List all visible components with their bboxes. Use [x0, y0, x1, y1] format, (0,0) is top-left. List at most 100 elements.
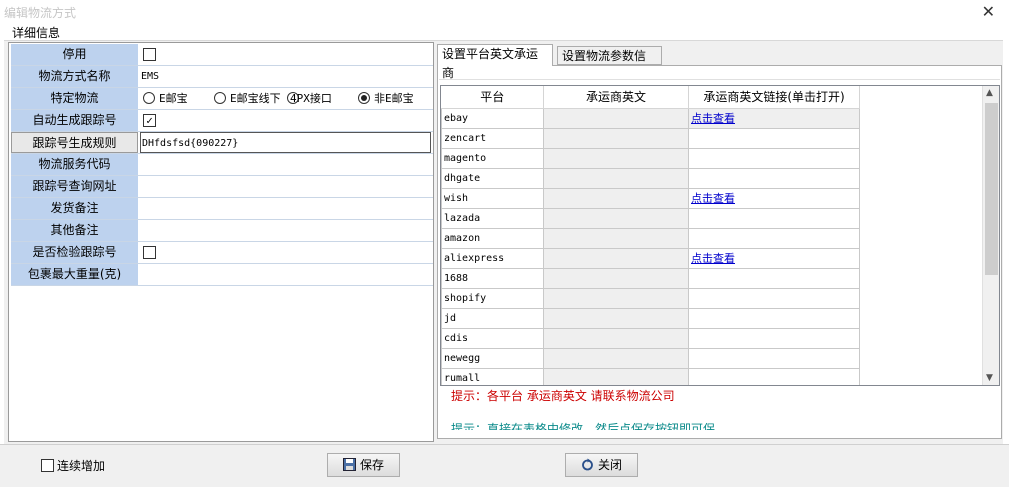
cell-platform[interactable]: 1688 — [441, 267, 544, 289]
table-row[interactable]: amazon — [441, 227, 860, 249]
table-row[interactable]: wish 点击查看 — [441, 187, 860, 209]
cell-carrier-link[interactable] — [688, 207, 860, 229]
cell-carrier[interactable] — [543, 227, 689, 249]
window-title: 编辑物流方式 — [4, 6, 77, 20]
cell-platform[interactable]: wish — [441, 187, 544, 209]
cell-platform[interactable]: jd — [441, 307, 544, 329]
top-strip — [439, 68, 1000, 80]
tab-logistics-params[interactable]: 设置物流参数信息 — [557, 46, 662, 82]
verify-label: 是否检验跟踪号 — [11, 242, 138, 263]
cell-platform[interactable]: magento — [441, 147, 544, 169]
scroll-up-icon[interactable]: ▲ — [986, 88, 993, 98]
auto-track-checkbox[interactable]: ✓ — [143, 114, 156, 127]
cell-carrier[interactable] — [543, 287, 689, 309]
cell-carrier-link[interactable] — [688, 347, 860, 369]
table-row[interactable]: shopify — [441, 287, 860, 309]
cell-carrier[interactable] — [543, 107, 689, 129]
cell-carrier[interactable] — [543, 347, 689, 369]
close-window-icon[interactable]: ✕ — [982, 2, 995, 21]
table-row[interactable]: ebay 点击查看 — [441, 107, 860, 129]
name-label: 物流方式名称 — [11, 66, 138, 87]
query-url-field[interactable] — [140, 176, 431, 197]
cell-platform[interactable]: amazon — [441, 227, 544, 249]
cell-carrier-link[interactable] — [688, 227, 860, 249]
floppy-icon — [342, 458, 356, 471]
service-code-label: 物流服务代码 — [11, 154, 138, 175]
cell-carrier[interactable] — [543, 167, 689, 189]
cell-platform[interactable]: lazada — [441, 207, 544, 229]
table-row[interactable]: lazada — [441, 207, 860, 229]
cell-carrier-link[interactable] — [688, 367, 860, 385]
table-row[interactable]: 1688 — [441, 267, 860, 289]
cell-platform[interactable]: dhgate — [441, 167, 544, 189]
other-note-field[interactable] — [140, 220, 431, 241]
cell-platform[interactable]: zencart — [441, 127, 544, 149]
save-button[interactable]: 保存 — [327, 453, 400, 477]
table-row[interactable]: rumall — [441, 367, 860, 385]
cell-carrier[interactable] — [543, 367, 689, 385]
cell-carrier[interactable] — [543, 147, 689, 169]
cell-carrier-link[interactable] — [688, 307, 860, 329]
special-label: 特定物流 — [11, 88, 138, 109]
table-row[interactable]: jd — [441, 307, 860, 329]
scroll-down-icon[interactable]: ▼ — [986, 373, 993, 383]
cell-platform[interactable]: shopify — [441, 287, 544, 309]
form-row-ship-note: 发货备注 — [11, 198, 433, 220]
verify-checkbox[interactable] — [143, 246, 156, 259]
ship-note-field[interactable] — [140, 198, 431, 219]
cell-carrier-link[interactable] — [688, 147, 860, 169]
cell-carrier[interactable] — [543, 307, 689, 329]
cell-carrier[interactable] — [543, 267, 689, 289]
menu-item-detail[interactable]: 详细信息 — [12, 24, 60, 41]
cell-carrier-link[interactable] — [688, 327, 860, 349]
radio-eub[interactable] — [143, 92, 155, 104]
cell-platform[interactable]: aliexpress — [441, 247, 544, 269]
disabled-checkbox[interactable] — [143, 48, 156, 61]
refresh-close-icon — [582, 458, 593, 471]
tab-platform-carrier[interactable]: 设置平台英文承运商 — [437, 44, 553, 80]
cell-platform[interactable]: ebay — [441, 107, 544, 129]
table-row[interactable]: zencart — [441, 127, 860, 149]
table-row[interactable]: dhgate — [441, 167, 860, 189]
radio-eub-offline[interactable] — [214, 92, 226, 104]
cell-carrier-link[interactable] — [688, 267, 860, 289]
form-row-max-weight: 包裹最大重量(克) — [11, 264, 433, 286]
carrier-grid: 平台 承运商英文 承运商英文链接(单击打开) ebay 点击查看 zencart ma… — [440, 85, 1000, 386]
track-rule-input[interactable]: DHfdsfsd{090227} — [140, 132, 431, 153]
max-weight-field[interactable] — [140, 264, 431, 285]
table-row[interactable]: newegg — [441, 347, 860, 369]
name-field[interactable]: EMS — [140, 66, 431, 87]
cell-carrier[interactable] — [543, 127, 689, 149]
header-platform[interactable]: 平台 — [441, 86, 544, 109]
cell-carrier[interactable] — [543, 187, 689, 209]
table-row[interactable]: cdis — [441, 327, 860, 349]
cell-platform[interactable]: rumall — [441, 367, 544, 385]
tab-panel: 设置平台英文承运商 设置物流参数信息 平台 承运商英文 承运商英文链接(单击打开… — [435, 42, 1002, 442]
scroll-thumb[interactable] — [985, 103, 998, 275]
footer-bar: 连续增加 保存 关闭 — [0, 444, 1009, 487]
cell-carrier-link[interactable]: 点击查看 — [688, 107, 860, 129]
cell-carrier-link[interactable] — [688, 287, 860, 309]
radio-non-eub[interactable] — [358, 92, 370, 104]
service-code-field[interactable] — [140, 154, 431, 175]
vertical-scrollbar[interactable]: ▲ ▼ — [982, 86, 999, 385]
cell-carrier-link[interactable]: 点击查看 — [688, 247, 860, 269]
cell-carrier-link[interactable] — [688, 127, 860, 149]
cell-carrier-link[interactable] — [688, 167, 860, 189]
hint-edit: 提示：直接在表格中修改，然后点保存按钮即可保 — [451, 422, 716, 430]
cell-carrier-link[interactable]: 点击查看 — [688, 187, 860, 209]
table-row[interactable]: aliexpress 点击查看 — [441, 247, 860, 269]
cell-platform[interactable]: newegg — [441, 347, 544, 369]
query-url-label: 跟踪号查询网址 — [11, 176, 138, 197]
cell-carrier[interactable] — [543, 327, 689, 349]
form-row-other-note: 其他备注 — [11, 220, 433, 242]
continue-add-checkbox[interactable] — [41, 459, 54, 472]
cell-platform[interactable]: cdis — [441, 327, 544, 349]
special-radio-group: E邮宝 E邮宝线下 4PX接口 非E邮宝 — [140, 88, 431, 109]
cell-carrier[interactable] — [543, 247, 689, 269]
close-button[interactable]: 关闭 — [565, 453, 638, 477]
cell-carrier[interactable] — [543, 207, 689, 229]
header-carrier[interactable]: 承运商英文 — [543, 86, 689, 109]
table-row[interactable]: magento — [441, 147, 860, 169]
header-link[interactable]: 承运商英文链接(单击打开) — [688, 86, 860, 109]
